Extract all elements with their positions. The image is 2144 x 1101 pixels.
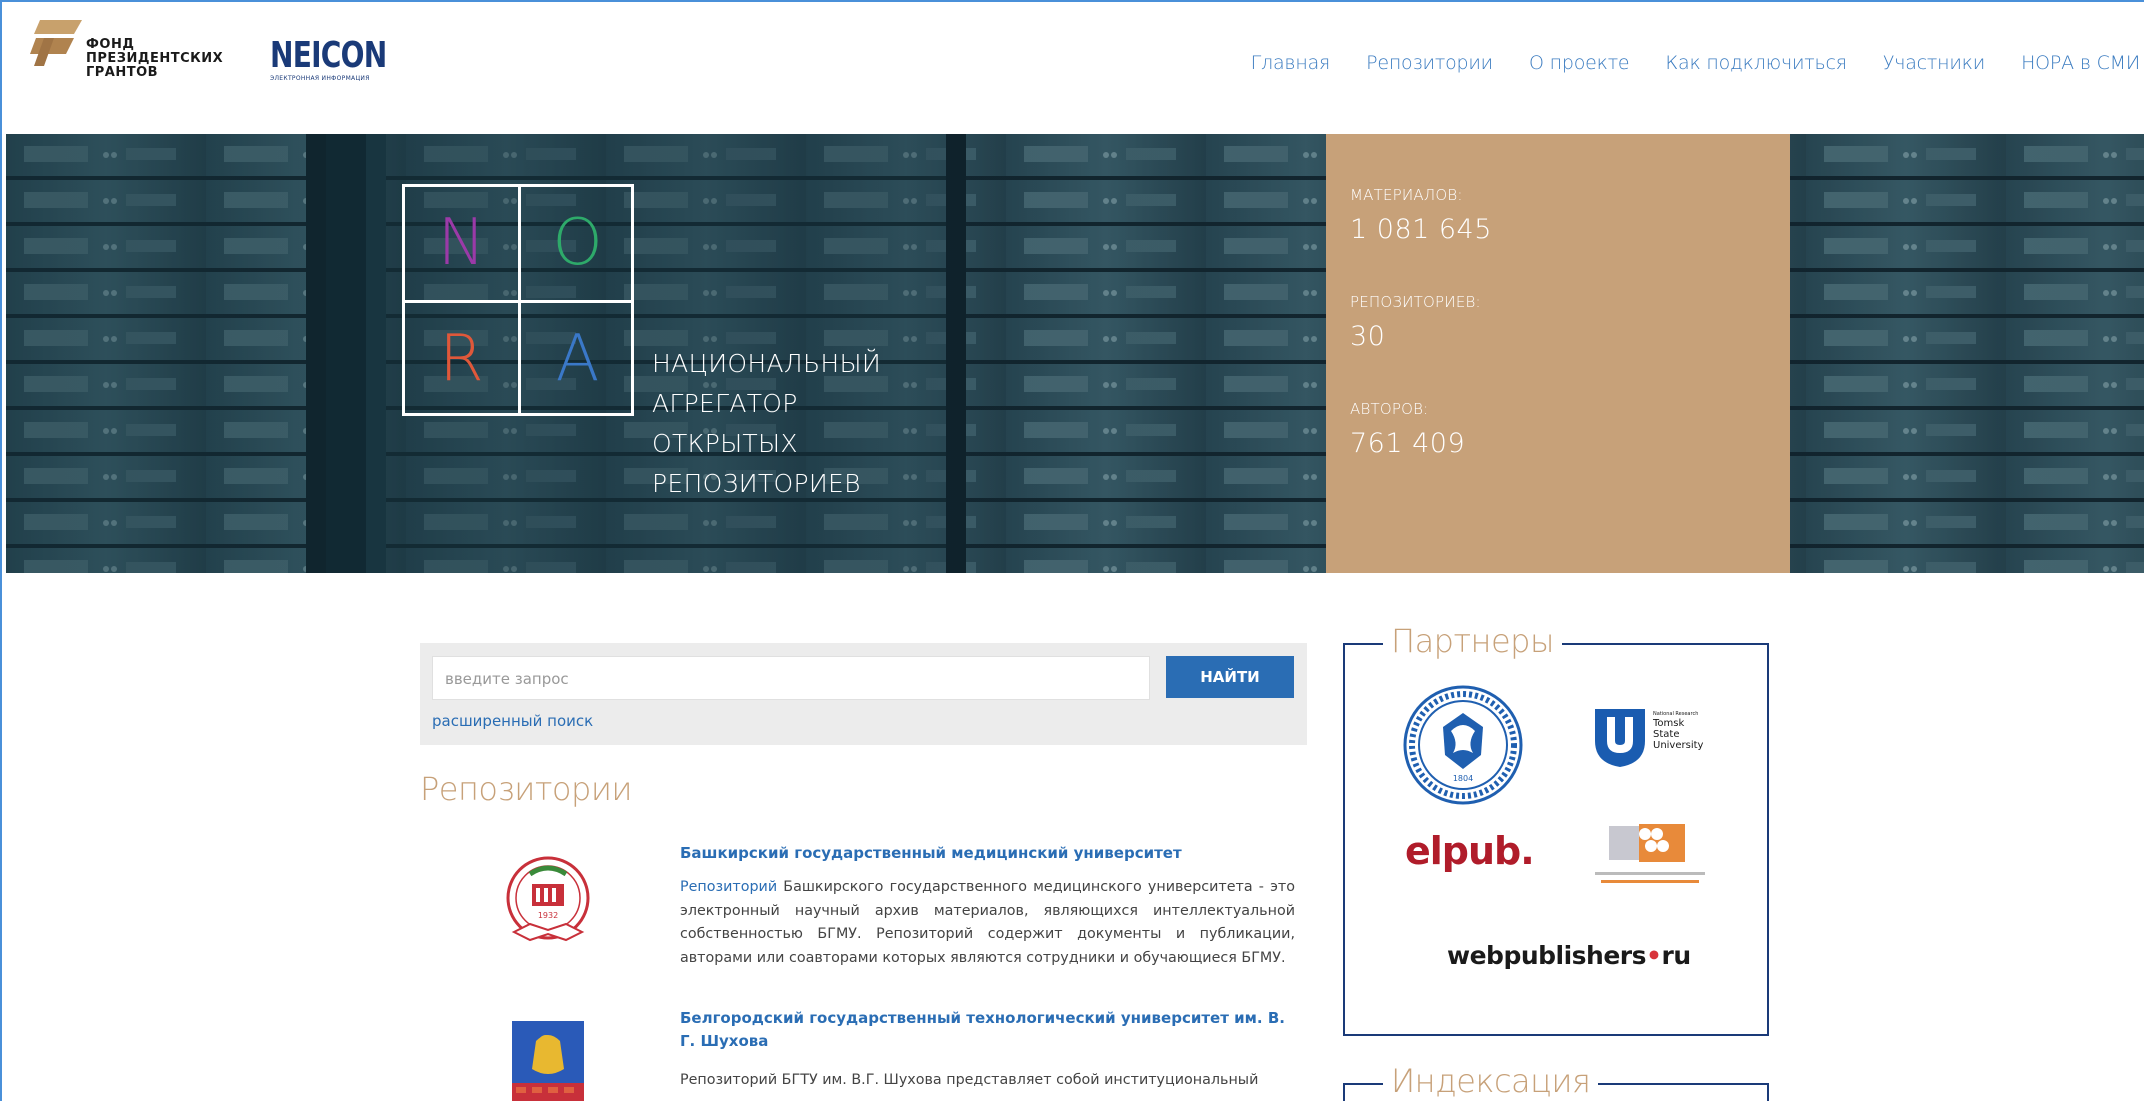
site-header: ФОНД ПРЕЗИДЕНТСКИХ ГРАНТОВ NEICON ЭЛЕКТР… [2, 2, 2144, 134]
kfu-foundation-logo-icon[interactable] [1595, 820, 1705, 894]
nav-nora-in-media[interactable]: НОРА в СМИ [2021, 52, 2140, 74]
svg-text:1804: 1804 [1453, 774, 1473, 783]
kfu-logo-icon[interactable]: 1804 [1401, 683, 1525, 807]
stats-panel: МАТЕРИАЛОВ: 1 081 645 РЕПОЗИТОРИЕВ: 30 А… [1326, 134, 1790, 573]
nav-participants[interactable]: Участники [1883, 52, 1985, 74]
nora-letter-o: O [552, 206, 603, 280]
repository-description: Репозиторий Башкирского государственного… [680, 879, 1295, 966]
hero-overlay [6, 134, 2144, 573]
hero-tagline: НАЦИОНАЛЬНЫЙ АГРЕГАТОР ОТКРЫТЫХ РЕПОЗИТО… [652, 349, 882, 498]
hero-banner: N O R A НАЦИОНАЛЬНЫЙ АГРЕГАТОР ОТКРЫТЫХ … [6, 134, 2144, 573]
indexing-heading: Индексация [1383, 1065, 1599, 1097]
nav-how-to-connect[interactable]: Как подключиться [1665, 52, 1847, 74]
fpg-logo-text: ФОНД ПРЕЗИДЕНТСКИХ ГРАНТОВ [86, 37, 224, 80]
repository-description: Репозиторий БГТУ им. В.Г. Шухова предста… [680, 1072, 1259, 1088]
nora-logo[interactable]: N O R A [402, 184, 634, 416]
repositories-heading: Репозитории [420, 770, 632, 808]
stat-materials: МАТЕРИАЛОВ: 1 081 645 [1350, 186, 1492, 245]
indexing-panel: Индексация [1343, 1065, 1769, 1101]
webpublishers-logo[interactable]: webpublishers•ru [1447, 941, 1691, 970]
bgmu-emblem-icon[interactable]: 1932 [500, 854, 596, 950]
fpg-logo-mark-icon [30, 20, 82, 66]
fpg-logo[interactable]: ФОНД ПРЕЗИДЕНТСКИХ ГРАНТОВ [30, 20, 230, 80]
tsu-logo-text: National Research Tomsk State University [1653, 711, 1704, 751]
repository-name-link[interactable]: Белгородский государственный технологиче… [680, 1007, 1295, 1053]
stat-repositories: РЕПОЗИТОРИЕВ: 30 [1350, 293, 1481, 352]
nora-letter-a: A [555, 322, 600, 396]
nav-about[interactable]: О проекте [1529, 52, 1630, 74]
partners-panel: Партнеры 1804 National Research Tomsk St… [1343, 625, 1769, 1036]
nav-repositories[interactable]: Репозитории [1366, 52, 1493, 74]
repository-name-link[interactable]: Башкирский государственный медицинский у… [680, 842, 1295, 865]
tsu-shield-icon [1595, 709, 1645, 767]
bgtu-coat-of-arms-icon[interactable] [512, 1021, 584, 1101]
repository-item: Белгородский государственный технологиче… [420, 1007, 1307, 1101]
neicon-logo[interactable]: NEICON ЭЛЕКТРОННАЯ ИНФОРМАЦИЯ [270, 38, 419, 83]
elpub-logo[interactable]: elpub. [1405, 829, 1535, 873]
main-nav: Главная Репозитории О проекте Как подклю… [1215, 52, 2141, 74]
partners-heading: Партнеры [1383, 625, 1562, 657]
advanced-search-link[interactable]: расширенный поиск [432, 712, 593, 730]
repository-item: 1932 Башкирский государственный медицинс… [420, 842, 1307, 992]
nav-home[interactable]: Главная [1251, 52, 1331, 74]
tsu-logo[interactable]: National Research Tomsk State University [1591, 705, 1721, 775]
stat-authors: АВТОРОВ: 761 409 [1350, 400, 1466, 459]
search-input[interactable]: введите запрос [432, 656, 1150, 700]
search-button[interactable]: НАЙТИ [1166, 656, 1294, 698]
nora-letter-r: R [439, 322, 484, 396]
search-panel: введите запрос НАЙТИ расширенный поиск [420, 643, 1307, 745]
nora-letter-n: N [437, 206, 486, 280]
svg-text:1932: 1932 [538, 911, 558, 920]
repository-link[interactable]: Репозиторий [680, 879, 777, 895]
